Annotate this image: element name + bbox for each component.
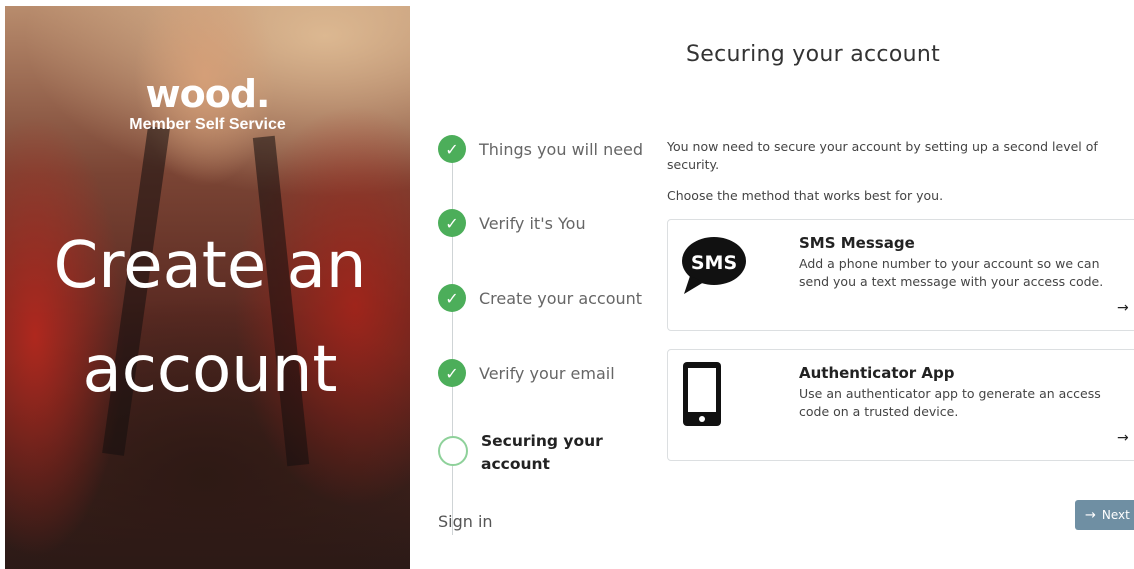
authenticator-description: Use an authenticator app to generate an … — [799, 386, 1101, 419]
check-icon: ✓ — [438, 284, 466, 312]
authenticator-method-card[interactable]: Authenticator App Use an authenticator a… — [667, 349, 1134, 461]
next-button[interactable]: → Next — [1075, 500, 1134, 530]
wood-logo: wood. — [145, 72, 271, 116]
brand-block: wood. Member Self Service — [5, 74, 410, 134]
current-step-ring-icon — [438, 436, 468, 466]
smartphone-icon — [680, 360, 724, 432]
step-verify-its-you: ✓ Verify it's You — [438, 208, 586, 238]
step-label: Verify it's You — [479, 213, 586, 233]
hero-image-panel: wood. Member Self Service Create an acco… — [5, 6, 410, 569]
hero-title: Create an account — [5, 214, 410, 422]
step-label: Verify your email — [479, 363, 615, 383]
step-label: Create your account — [479, 288, 643, 308]
step-securing-your-account: Securing your account — [438, 432, 621, 473]
sms-icon-text: SMS — [691, 252, 737, 274]
next-label: Next — [1101, 508, 1130, 522]
step-label: Securing your account — [481, 432, 603, 473]
sms-title: SMS Message — [799, 234, 915, 252]
step-things-you-will-need: ✓ Things you will need — [438, 134, 643, 164]
progress-stepper: ✓ Things you will need ✓ Verify it's You… — [438, 120, 653, 540]
intro-text: You now need to secure your account by s… — [667, 139, 1098, 172]
check-icon: ✓ — [438, 209, 466, 237]
check-icon: ✓ — [438, 359, 466, 387]
authenticator-title: Authenticator App — [799, 364, 955, 382]
hero-title-line1: Create an — [53, 229, 367, 303]
check-icon: ✓ — [438, 135, 466, 163]
page-title: Securing your account — [686, 42, 941, 67]
step-verify-your-email: ✓ Verify your email — [438, 358, 615, 388]
arrow-right-icon[interactable]: → — [1117, 430, 1129, 446]
sms-method-card[interactable]: SMS SMS Message Add a phone number to yo… — [667, 219, 1134, 331]
sign-in-link[interactable]: Sign in — [438, 512, 493, 531]
sms-bubble-icon: SMS — [680, 234, 748, 300]
brand-subtitle: Member Self Service — [129, 116, 286, 133]
step-label: Things you will need — [479, 139, 644, 159]
step-create-your-account: ✓ Create your account — [438, 283, 642, 313]
choose-text: Choose the method that works best for yo… — [667, 188, 944, 203]
arrow-right-icon[interactable]: → — [1117, 300, 1129, 316]
sms-description: Add a phone number to your account so we… — [799, 256, 1104, 289]
arrow-right-icon: → — [1085, 507, 1096, 523]
hero-title-line2: account — [82, 333, 338, 407]
